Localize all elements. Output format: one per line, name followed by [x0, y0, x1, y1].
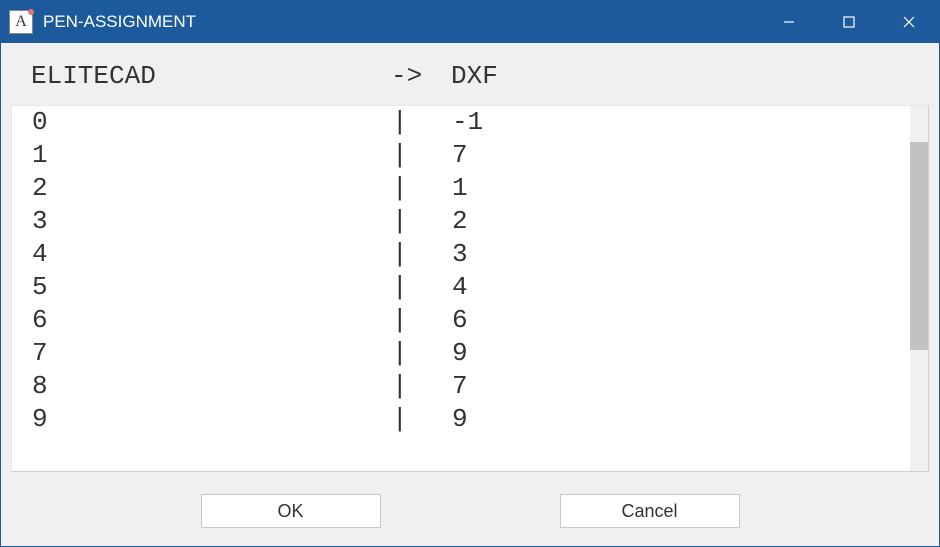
cell-elitecad: 8	[32, 370, 392, 403]
header-right: DXF	[451, 61, 909, 91]
table-row[interactable]: 4|3	[32, 238, 890, 271]
mapping-list-inner[interactable]: 0|-11|72|13|24|35|46|67|98|79|9	[12, 106, 910, 471]
separator-icon: |	[392, 139, 452, 172]
cancel-button[interactable]: Cancel	[560, 494, 740, 528]
maximize-button[interactable]	[819, 1, 879, 43]
scrollbar[interactable]	[910, 106, 928, 471]
scroll-thumb[interactable]	[910, 142, 928, 350]
mapping-list: 0|-11|72|13|24|35|46|67|98|79|9	[11, 105, 929, 472]
separator-icon: |	[392, 172, 452, 205]
table-row[interactable]: 2|1	[32, 172, 890, 205]
table-row[interactable]: 3|2	[32, 205, 890, 238]
cell-dxf: 3	[452, 238, 890, 271]
ok-button[interactable]: OK	[201, 494, 381, 528]
separator-icon: |	[392, 106, 452, 139]
table-row[interactable]: 8|7	[32, 370, 890, 403]
cell-elitecad: 5	[32, 271, 392, 304]
cell-elitecad: 2	[32, 172, 392, 205]
cell-elitecad: 1	[32, 139, 392, 172]
cell-elitecad: 6	[32, 304, 392, 337]
minimize-button[interactable]	[759, 1, 819, 43]
cell-elitecad: 0	[32, 106, 392, 139]
cell-dxf: 6	[452, 304, 890, 337]
close-button[interactable]	[879, 1, 939, 43]
cell-dxf: -1	[452, 106, 890, 139]
table-row[interactable]: 0|-1	[32, 106, 890, 139]
table-row[interactable]: 6|6	[32, 304, 890, 337]
window-controls	[759, 1, 939, 43]
separator-icon: |	[392, 271, 452, 304]
column-headers: ELITECAD -> DXF	[1, 43, 939, 105]
separator-icon: |	[392, 337, 452, 370]
table-row[interactable]: 7|9	[32, 337, 890, 370]
cell-dxf: 7	[452, 139, 890, 172]
cell-dxf: 4	[452, 271, 890, 304]
separator-icon: |	[392, 403, 452, 436]
separator-icon: |	[392, 304, 452, 337]
cell-elitecad: 4	[32, 238, 392, 271]
cell-dxf: 9	[452, 337, 890, 370]
dialog-content: ELITECAD -> DXF 0|-11|72|13|24|35|46|67|…	[1, 43, 939, 546]
table-row[interactable]: 5|4	[32, 271, 890, 304]
separator-icon: |	[392, 205, 452, 238]
header-arrow-icon: ->	[391, 61, 451, 91]
cell-dxf: 9	[452, 403, 890, 436]
header-left: ELITECAD	[31, 61, 391, 91]
cell-dxf: 7	[452, 370, 890, 403]
button-row: OK Cancel	[1, 476, 939, 546]
table-row[interactable]: 9|9	[32, 403, 890, 436]
separator-icon: |	[392, 238, 452, 271]
cell-elitecad: 7	[32, 337, 392, 370]
window-title: PEN-ASSIGNMENT	[43, 12, 759, 32]
separator-icon: |	[392, 370, 452, 403]
table-row[interactable]: 1|7	[32, 139, 890, 172]
dialog-window: A PEN-ASSIGNMENT ELITECAD -> DXF 0|-11|7…	[0, 0, 940, 547]
cell-dxf: 2	[452, 205, 890, 238]
titlebar[interactable]: A PEN-ASSIGNMENT	[1, 1, 939, 43]
cell-elitecad: 3	[32, 205, 392, 238]
cell-elitecad: 9	[32, 403, 392, 436]
app-icon: A	[9, 10, 33, 34]
cell-dxf: 1	[452, 172, 890, 205]
